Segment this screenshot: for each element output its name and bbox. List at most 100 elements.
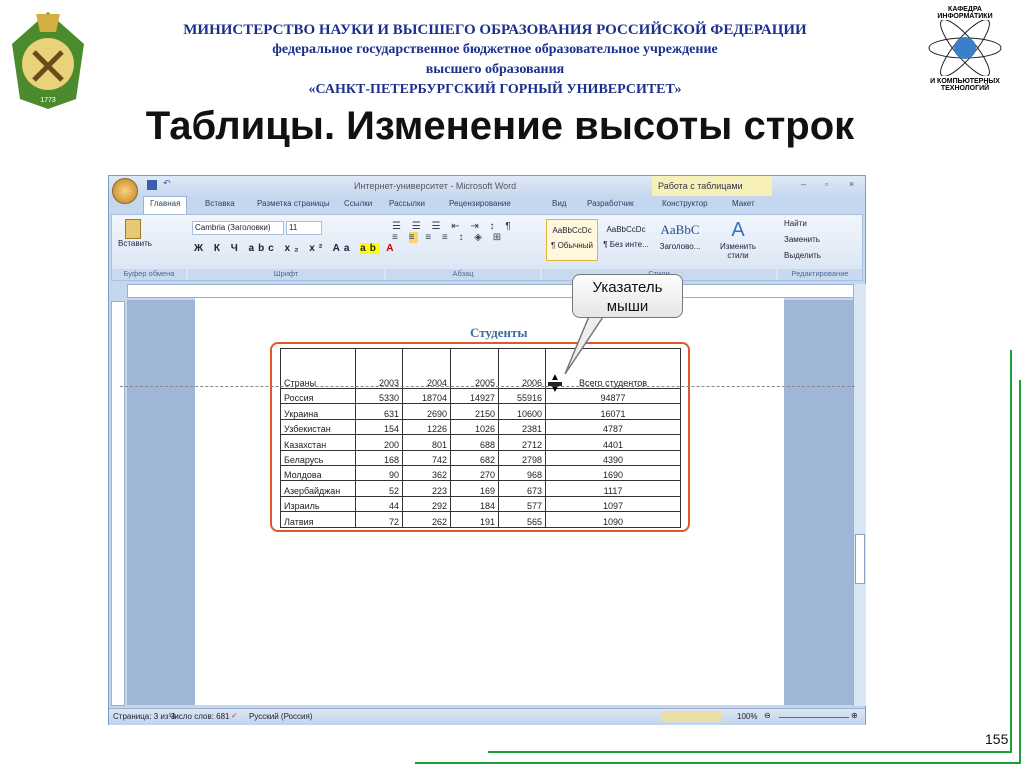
close-button[interactable]: × — [849, 179, 854, 189]
font-format-buttons[interactable]: Ж К Ч abc x₂ x² Aa ab A — [194, 243, 397, 254]
value-cell[interactable]: 801 — [402, 434, 451, 451]
value-cell[interactable]: 191 — [450, 511, 499, 528]
tab-layout[interactable]: Макет — [732, 199, 755, 208]
value-cell[interactable]: 5330 — [355, 387, 403, 405]
country-cell[interactable]: Украина — [280, 403, 356, 420]
tab-view[interactable]: Вид — [552, 199, 566, 208]
scrollbar-thumb[interactable] — [855, 534, 865, 584]
table-row[interactable]: Израиль 44 292 184 577 1097 — [280, 495, 681, 513]
tab-references[interactable]: Ссылки — [344, 199, 372, 208]
table-row[interactable]: Украина 631 2690 2150 10600 16071 — [280, 403, 681, 420]
value-cell[interactable]: 1117 — [545, 480, 681, 497]
value-cell[interactable]: 72 — [355, 511, 403, 528]
tab-insert[interactable]: Вставка — [205, 199, 235, 208]
select-button[interactable]: Выделить — [784, 251, 821, 260]
value-cell[interactable]: 200 — [355, 434, 403, 451]
status-page[interactable]: Страница: 3 из 3 — [113, 712, 175, 721]
value-cell[interactable]: 52 — [355, 480, 403, 497]
value-cell[interactable]: 1090 — [545, 511, 681, 528]
table-row[interactable]: Казахстан 200 801 688 2712 4401 — [280, 434, 681, 451]
table-row[interactable]: Россия 5330 18704 14927 55916 94877 — [280, 387, 681, 405]
value-cell[interactable]: 682 — [450, 449, 499, 466]
value-cell[interactable]: 44 — [355, 495, 403, 513]
tab-page-layout[interactable]: Разметка страницы — [257, 199, 330, 208]
country-cell[interactable]: Латвия — [280, 511, 356, 528]
value-cell[interactable]: 16071 — [545, 403, 681, 420]
status-language[interactable]: Русский (Россия) — [249, 712, 312, 721]
country-cell[interactable]: Узбекистан — [280, 418, 356, 436]
value-cell[interactable]: 742 — [402, 449, 451, 466]
value-cell[interactable]: 168 — [355, 449, 403, 466]
value-cell[interactable]: 55916 — [498, 387, 546, 405]
value-cell[interactable]: 2798 — [498, 449, 546, 466]
font-size-select[interactable]: 11 — [286, 221, 322, 235]
table-row[interactable]: Беларусь 168 742 682 2798 4390 — [280, 449, 681, 466]
value-cell[interactable]: 262 — [402, 511, 451, 528]
table-header-row[interactable]: Страны 2003 2004 2005 2006 Всего студент… — [280, 348, 681, 389]
table-row[interactable]: Узбекистан 154 1226 1026 2381 4787 — [280, 418, 681, 436]
value-cell[interactable]: 565 — [498, 511, 546, 528]
undo-icon[interactable]: ↶ — [163, 178, 171, 189]
tab-home[interactable]: Главная — [143, 196, 188, 214]
change-styles-button[interactable]: A Изменить стили — [718, 219, 758, 260]
view-buttons[interactable] — [661, 711, 721, 722]
value-cell[interactable]: 968 — [498, 464, 546, 482]
value-cell[interactable]: 169 — [450, 480, 499, 497]
zoom-level[interactable]: 100% — [737, 712, 757, 721]
restore-button[interactable]: ▫ — [825, 179, 828, 189]
tab-review[interactable]: Рецензирование — [449, 199, 511, 208]
tab-mailings[interactable]: Рассылки — [389, 199, 425, 208]
value-cell[interactable]: 2150 — [450, 403, 499, 420]
country-cell[interactable]: Молдова — [280, 464, 356, 482]
style-heading[interactable]: AaBbC Заголово... — [654, 219, 706, 261]
value-cell[interactable]: 292 — [402, 495, 451, 513]
value-cell[interactable]: 1226 — [402, 418, 451, 436]
value-cell[interactable]: 90 — [355, 464, 403, 482]
tab-developer[interactable]: Разработчик — [587, 199, 634, 208]
table-row[interactable]: Азербайджан 52 223 169 673 1117 — [280, 480, 681, 497]
value-cell[interactable]: 10600 — [498, 403, 546, 420]
value-cell[interactable]: 1026 — [450, 418, 499, 436]
style-normal[interactable]: AaBbCcDc ¶ Обычный — [546, 219, 598, 261]
country-cell[interactable]: Израиль — [280, 495, 356, 513]
country-cell[interactable]: Казахстан — [280, 434, 356, 451]
paragraph-buttons[interactable]: ☰ ☰ ☰ ⇤ ⇥ ↕ ¶ ≡ ≡ ≡ ≡ ↕ ◈ ⊞ — [392, 221, 515, 243]
value-cell[interactable]: 4401 — [545, 434, 681, 451]
value-cell[interactable]: 184 — [450, 495, 499, 513]
zoom-out-button[interactable]: ⊖ — [764, 711, 771, 720]
horizontal-ruler[interactable] — [127, 284, 857, 298]
country-cell[interactable]: Азербайджан — [280, 480, 356, 497]
value-cell[interactable]: 4787 — [545, 418, 681, 436]
value-cell[interactable]: 688 — [450, 434, 499, 451]
value-cell[interactable]: 1690 — [545, 464, 681, 482]
vertical-scrollbar[interactable] — [853, 284, 866, 706]
value-cell[interactable]: 2712 — [498, 434, 546, 451]
value-cell[interactable]: 94877 — [545, 387, 681, 405]
value-cell[interactable]: 270 — [450, 464, 499, 482]
zoom-slider[interactable] — [779, 717, 849, 718]
font-name-select[interactable]: Cambria (Заголовки) — [192, 221, 284, 235]
value-cell[interactable]: 154 — [355, 418, 403, 436]
value-cell[interactable]: 223 — [402, 480, 451, 497]
style-no-spacing[interactable]: AaBbCcDc ¶ Без инте... — [600, 219, 652, 261]
table-row[interactable]: Молдова 90 362 270 968 1690 — [280, 464, 681, 482]
country-cell[interactable]: Россия — [280, 387, 356, 405]
table-row[interactable]: Латвия 72 262 191 565 1090 — [280, 511, 681, 528]
students-table[interactable]: Страны 2003 2004 2005 2006 Всего студент… — [280, 348, 681, 528]
value-cell[interactable]: 1097 — [545, 495, 681, 513]
vertical-ruler[interactable] — [111, 301, 125, 706]
minimize-button[interactable]: – — [801, 179, 806, 189]
replace-button[interactable]: Заменить — [784, 235, 820, 244]
zoom-in-button[interactable]: ⊕ — [851, 711, 858, 720]
value-cell[interactable]: 4390 — [545, 449, 681, 466]
find-button[interactable]: Найти — [784, 219, 807, 228]
value-cell[interactable]: 14927 — [450, 387, 499, 405]
country-cell[interactable]: Беларусь — [280, 449, 356, 466]
value-cell[interactable]: 577 — [498, 495, 546, 513]
save-icon[interactable] — [147, 180, 157, 190]
value-cell[interactable]: 2690 — [402, 403, 451, 420]
value-cell[interactable]: 2381 — [498, 418, 546, 436]
tab-design[interactable]: Конструктор — [662, 199, 708, 208]
value-cell[interactable]: 18704 — [402, 387, 451, 405]
spelling-icon[interactable]: ✓ — [231, 711, 238, 720]
